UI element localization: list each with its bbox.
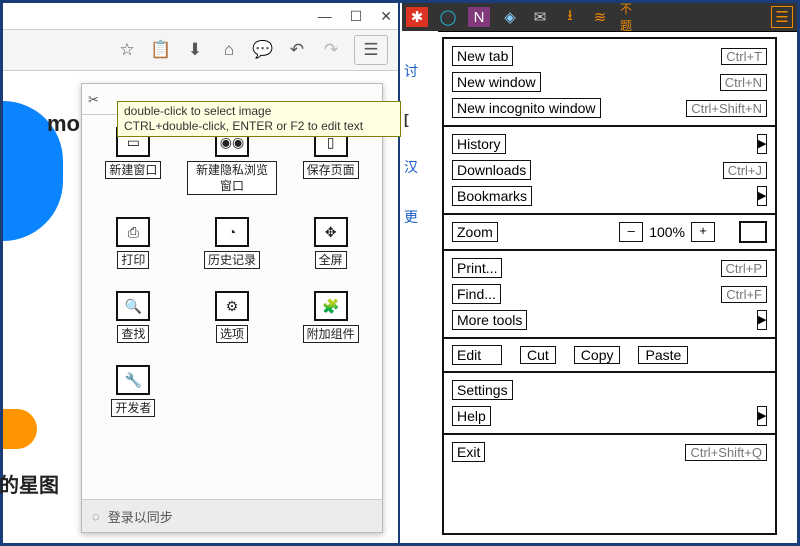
menu-new-tab[interactable]: New tab Ctrl+T	[452, 45, 767, 67]
cortana-icon[interactable]: ◯	[438, 7, 458, 27]
section-tabs: New tab Ctrl+T New window Ctrl+N New inc…	[444, 39, 775, 127]
mail-icon[interactable]: ✉	[530, 7, 550, 27]
menu-new-private[interactable]: ◉◉ 新建隐私浏览窗口	[187, 127, 278, 195]
section-edit: Edit Cut Copy Paste	[444, 339, 775, 373]
sync-icon: ◌	[92, 509, 100, 524]
scissors-icon: ✂	[88, 92, 102, 106]
firefox-menu-panel: ✂ ▭ 新建窗口 ◉◉ 新建隐私浏览窗口 ▯ 保存页面 ⎙ 打印 ◔ 历史记录	[81, 83, 383, 533]
fullscreen-button[interactable]	[739, 221, 767, 243]
zoom-value: 100%	[649, 224, 685, 240]
panel-grid: ▭ 新建窗口 ◉◉ 新建隐私浏览窗口 ▯ 保存页面 ⎙ 打印 ◔ 历史记录 ✥ …	[82, 115, 382, 423]
browser-toolbar: ☆ 📋 ⬇ ⌂ 💬 ↶ ↷ ☰	[3, 30, 398, 71]
edit-row: Edit Cut Copy Paste	[452, 345, 767, 365]
lastpass-icon[interactable]: ✱	[406, 7, 428, 27]
zoom-row: Zoom – 100% +	[452, 221, 767, 243]
print-icon: ⎙	[116, 217, 150, 247]
menu-save-page[interactable]: ▯ 保存页面	[285, 127, 376, 195]
home-icon[interactable]: ⌂	[218, 39, 240, 61]
download-icon[interactable]: ⬇	[184, 39, 206, 61]
menu-help[interactable]: Help ▶	[452, 405, 767, 427]
menu-print[interactable]: Print... Ctrl+P	[452, 257, 767, 279]
menu-fullscreen[interactable]: ✥ 全屏	[285, 217, 376, 269]
gear-icon: ⚙	[215, 291, 249, 321]
menu-settings[interactable]: Settings	[452, 379, 767, 401]
fullscreen-icon: ✥	[314, 217, 348, 247]
menu-print[interactable]: ⎙ 打印	[88, 217, 179, 269]
paste-button[interactable]: Paste	[638, 346, 688, 364]
chevron-right-icon: ▶	[757, 134, 767, 154]
menu-history[interactable]: ◔ 历史记录	[187, 217, 278, 269]
menu-incognito[interactable]: New incognito window Ctrl+Shift+N	[452, 97, 767, 119]
section-settings: Settings Help ▶	[444, 373, 775, 435]
chevron-right-icon: ▶	[757, 186, 767, 206]
zoom-out-button[interactable]: –	[619, 222, 643, 242]
extensions-bar: ✱ ◯ N ◈ ✉ ⭳ ≋ 不题 ☰	[402, 3, 797, 32]
menu-icon[interactable]: ☰	[354, 35, 388, 65]
menu-downloads[interactable]: Downloads Ctrl+J	[452, 159, 767, 181]
search-icon: 🔍	[116, 291, 150, 321]
page-text-star: 的星图	[0, 469, 59, 498]
sync-label: 登录以同步	[108, 507, 173, 526]
clipboard-icon[interactable]: 📋	[150, 39, 172, 61]
chevron-right-icon: ▶	[757, 310, 767, 330]
chrome-window: ✱ ◯ N ◈ ✉ ⭳ ≋ 不题 ☰ 讨[汉更 New tab Ctrl+T N…	[402, 3, 797, 543]
menu-exit[interactable]: Exit Ctrl+Shift+Q	[452, 441, 767, 463]
clock-icon: ◔	[215, 217, 249, 247]
menu-options[interactable]: ⚙ 选项	[187, 291, 278, 343]
close-icon[interactable]: ✕	[380, 8, 392, 25]
section-zoom: Zoom – 100% +	[444, 215, 775, 251]
wrench-icon: 🔧	[116, 365, 150, 395]
cut-button[interactable]: Cut	[520, 346, 556, 364]
page-text-strip: 讨[汉更	[402, 31, 438, 543]
section-exit: Exit Ctrl+Shift+Q	[444, 435, 775, 469]
swirl-icon[interactable]: ≋	[590, 7, 610, 27]
cjk-ext-icon[interactable]: 不题	[620, 7, 640, 27]
chrome-menu-panel: New tab Ctrl+T New window Ctrl+N New inc…	[442, 37, 777, 535]
window-titlebar: — ☐ ✕	[3, 3, 398, 30]
page-text-mo: mo	[47, 111, 80, 137]
menu-history[interactable]: History ▶	[452, 133, 767, 155]
maximize-icon[interactable]: ☐	[350, 8, 363, 25]
tooltip-line1: double-click to select image	[124, 104, 394, 119]
menu-developer[interactable]: 🔧 开发者	[88, 365, 179, 417]
menu-more-tools[interactable]: More tools ▶	[452, 309, 767, 331]
chat-icon[interactable]: 💬	[252, 39, 274, 61]
redo-icon[interactable]: ↷	[320, 39, 342, 61]
menu-find[interactable]: Find... Ctrl+F	[452, 283, 767, 305]
section-history: History ▶ Downloads Ctrl+J Bookmarks ▶	[444, 127, 775, 215]
section-tools: Print... Ctrl+P Find... Ctrl+F More tool…	[444, 251, 775, 339]
chevron-right-icon: ▶	[757, 406, 767, 426]
menu-new-window[interactable]: ▭ 新建窗口	[88, 127, 179, 195]
diamond-icon[interactable]: ◈	[500, 7, 520, 27]
editor-tooltip: double-click to select image CTRL+double…	[117, 101, 401, 137]
undo-icon[interactable]: ↶	[286, 39, 308, 61]
menu-find[interactable]: 🔍 查找	[88, 291, 179, 343]
decor-orange	[3, 409, 37, 449]
puzzle-icon: 🧩	[314, 291, 348, 321]
svg-text:✂: ✂	[88, 92, 99, 106]
firefox-window: — ☐ ✕ ☆ 📋 ⬇ ⌂ 💬 ↶ ↷ ☰ mo 的星图 ✂ ▭ 新建窗口 ◉◉…	[3, 3, 400, 543]
minimize-icon[interactable]: —	[318, 8, 332, 24]
panel-footer[interactable]: ◌ 登录以同步	[82, 499, 382, 532]
menu-new-window[interactable]: New window Ctrl+N	[452, 71, 767, 93]
bookmark-star-icon[interactable]: ☆	[116, 39, 138, 61]
chrome-menu-icon[interactable]: ☰	[771, 6, 793, 28]
download-ext-icon[interactable]: ⭳	[560, 7, 580, 27]
tooltip-line2: CTRL+double-click, ENTER or F2 to edit t…	[124, 119, 394, 134]
zoom-in-button[interactable]: +	[691, 222, 715, 242]
menu-addons[interactable]: 🧩 附加组件	[285, 291, 376, 343]
menu-bookmarks[interactable]: Bookmarks ▶	[452, 185, 767, 207]
zoom-controls: – 100% +	[619, 221, 767, 243]
copy-button[interactable]: Copy	[574, 346, 621, 364]
onenote-icon[interactable]: N	[468, 7, 490, 27]
